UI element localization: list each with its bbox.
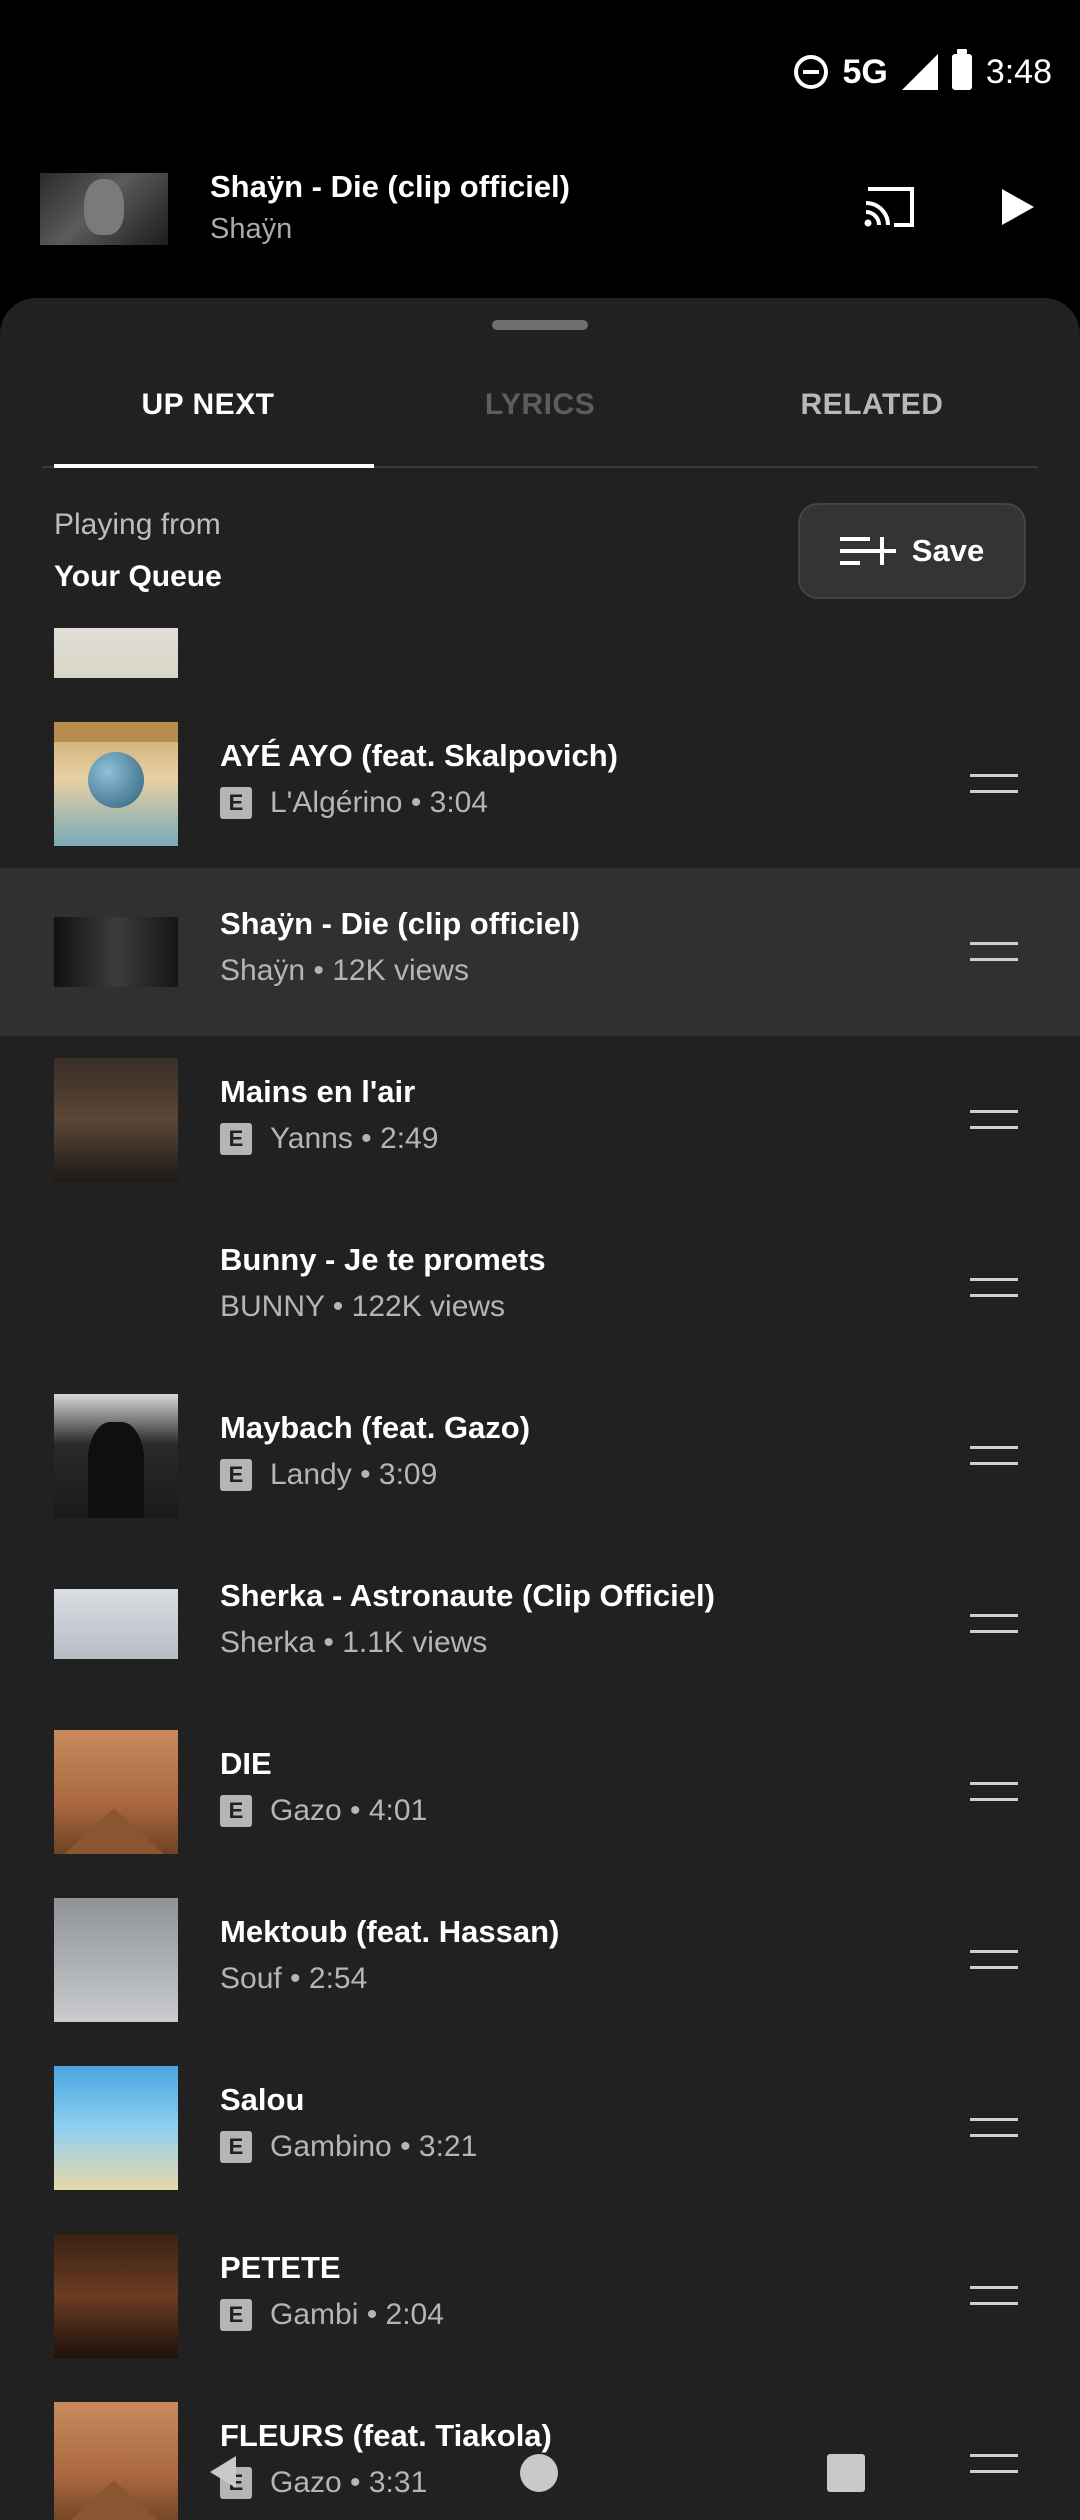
queue-item-subtitle-row: E Landy • 3:09 xyxy=(220,1458,437,1492)
playlist-add-icon xyxy=(839,537,896,565)
queue-item-subtitle-row: E Gambino • 3:21 xyxy=(220,2130,477,2164)
queue-item-subtitle: Gambi • 2:04 xyxy=(270,2298,444,2331)
tab-related[interactable]: RELATED xyxy=(706,358,1038,466)
queue-item-title: Mektoub (feat. Hassan) xyxy=(220,1914,560,1949)
queue-item-subtitle-row: Souf • 2:54 xyxy=(220,1962,367,1996)
queue-item-subtitle: Shaÿn • 12K views xyxy=(220,954,469,987)
queue-item-thumbnail xyxy=(54,2402,178,2520)
queue-item-subtitle: Gazo • 4:01 xyxy=(270,1794,428,1827)
queue-list: Soolking • 2:57AYÉ AYO (feat. Skalpovich… xyxy=(0,628,1080,2520)
drag-handle-icon[interactable] xyxy=(970,1110,1018,1132)
clock: 3:48 xyxy=(985,52,1052,91)
sheet-drag-handle[interactable] xyxy=(492,320,588,330)
playing-from-label: Playing from xyxy=(54,508,221,541)
queue-item-title: DIE xyxy=(220,1746,272,1781)
explicit-badge: E xyxy=(220,1459,252,1491)
queue-item-title: AYÉ AYO (feat. Skalpovich) xyxy=(220,738,618,773)
queue-item-subtitle-row: E L'Algérino • 3:04 xyxy=(220,786,488,820)
queue-item-title: PETETE xyxy=(220,2250,341,2285)
queue-item-title: Shaÿn - Die (clip officiel) xyxy=(220,906,580,941)
queue-item-title: FLEURS (feat. Tiakola) xyxy=(220,2418,552,2453)
now-playing-thumbnail xyxy=(40,173,168,245)
queue-item-thumbnail xyxy=(54,1898,178,2022)
queue-item-thumbnail xyxy=(54,1730,178,1854)
drag-handle-icon[interactable] xyxy=(970,2118,1018,2140)
queue-item-thumbnail xyxy=(54,1058,178,1182)
queue-item-title: Mains en l'air xyxy=(220,1074,416,1109)
explicit-badge: E xyxy=(220,2131,252,2163)
queue-item-thumbnail xyxy=(54,2066,178,2190)
queue-item-thumbnail xyxy=(54,1394,178,1518)
queue-item-subtitle: L'Algérino • 3:04 xyxy=(270,786,489,819)
explicit-badge: E xyxy=(220,1123,252,1155)
queue-item-title: Bunny - Je te promets xyxy=(220,1242,546,1277)
queue-item-subtitle-row: E Gazo • 4:01 xyxy=(220,1794,427,1828)
queue-item[interactable]: Mektoub (feat. Hassan) Souf • 2:54 xyxy=(0,1876,1080,2044)
queue-item[interactable]: Shaÿn - Die (clip officiel) Shaÿn • 12K v… xyxy=(0,868,1080,1036)
queue-item-title: Sherka - Astronaute (Clip Officiel) xyxy=(220,1578,715,1613)
queue-item-subtitle: Souf • 2:54 xyxy=(220,1962,368,1995)
queue-item[interactable]: Sherka - Astronaute (Clip Officiel) Sherk… xyxy=(0,1540,1080,1708)
queue-item[interactable]: AYÉ AYO (feat. Skalpovich) E L'Algérino • … xyxy=(0,700,1080,868)
drag-handle-icon[interactable] xyxy=(970,2286,1018,2308)
queue-item-subtitle: Sherka • 1.1K views xyxy=(220,1626,488,1659)
drag-handle-icon[interactable] xyxy=(970,1950,1018,1972)
drag-handle-icon[interactable] xyxy=(970,774,1018,796)
queue-item-subtitle-row: E Gambi • 2:04 xyxy=(220,2298,444,2332)
now-playing-title: Shaÿn - Die (clip officiel) xyxy=(210,169,570,204)
queue-item[interactable]: DIE E Gazo • 4:01 xyxy=(0,1708,1080,1876)
explicit-badge: E xyxy=(220,787,252,819)
queue-item-thumbnail xyxy=(54,2234,178,2358)
queue-item-subtitle-row: Sherka • 1.1K views xyxy=(220,1626,487,1660)
queue-item[interactable]: PETETE E Gambi • 2:04 xyxy=(0,2212,1080,2380)
queue-item-subtitle: Landy • 3:09 xyxy=(270,1458,438,1491)
queue-name: Your Queue xyxy=(54,560,222,593)
play-icon[interactable] xyxy=(1000,187,1036,227)
queue-item-subtitle: Gambino • 3:21 xyxy=(270,2130,478,2163)
queue-item-thumbnail xyxy=(54,628,178,678)
queue-item-subtitle: Yanns • 2:49 xyxy=(270,1122,439,1155)
queue-item[interactable]: FLEURS (feat. Tiakola) E Gazo • 3:31 xyxy=(0,2380,1080,2520)
explicit-badge: E xyxy=(220,2299,252,2331)
queue-item[interactable]: Salou E Gambino • 3:21 xyxy=(0,2044,1080,2212)
do-not-disturb-icon xyxy=(794,55,829,89)
queue-item-thumbnail xyxy=(54,917,178,987)
drag-handle-icon[interactable] xyxy=(970,942,1018,964)
queue-item[interactable]: Maybach (feat. Gazo) E Landy • 3:09 xyxy=(0,1372,1080,1540)
queue-item-subtitle-row: Shaÿn • 12K views xyxy=(220,954,469,988)
save-queue-button[interactable]: Save xyxy=(798,503,1026,599)
status-bar: 5G 3:48 xyxy=(0,0,1080,145)
battery-icon xyxy=(951,49,972,90)
drag-handle-icon[interactable] xyxy=(970,1782,1018,1804)
queue-item-title: Maybach (feat. Gazo) xyxy=(220,1410,531,1445)
drag-handle-icon[interactable] xyxy=(970,1614,1018,1636)
queue-item-subtitle-row: BUNNY • 122K views xyxy=(220,1290,505,1324)
queue-item[interactable]: Bunny - Je te promets BUNNY • 122K views xyxy=(0,1204,1080,1372)
queue-item-thumbnail xyxy=(54,722,178,846)
explicit-badge: E xyxy=(220,1795,252,1827)
network-type: 5G xyxy=(842,52,888,91)
queue-item[interactable]: Soolking • 2:57 xyxy=(0,628,1080,700)
save-label: Save xyxy=(911,533,985,568)
signal-icon xyxy=(901,54,938,90)
queue-item-thumbnail xyxy=(54,1589,178,1659)
explicit-badge: E xyxy=(220,2467,252,2499)
status-icons: 5G 3:48 xyxy=(794,49,1052,92)
cast-icon[interactable] xyxy=(862,185,918,229)
tab-bar: UP NEXT LYRICS RELATED xyxy=(42,358,1038,468)
queue-sheet: UP NEXT LYRICS RELATED Playing from Your… xyxy=(0,298,1080,2520)
tab-lyrics[interactable]: LYRICS xyxy=(374,358,706,466)
drag-handle-icon[interactable] xyxy=(970,2454,1018,2476)
drag-handle-icon[interactable] xyxy=(970,1446,1018,1468)
queue-item-subtitle-row: E Yanns • 2:49 xyxy=(220,1122,438,1156)
mini-player[interactable]: Shaÿn - Die (clip officiel) Shaÿn xyxy=(0,145,1080,295)
queue-item[interactable]: Mains en l'air E Yanns • 2:49 xyxy=(0,1036,1080,1204)
queue-item-title: Salou xyxy=(220,2082,305,2117)
queue-item-subtitle: Gazo • 3:31 xyxy=(270,2466,428,2499)
tab-up-next[interactable]: UP NEXT xyxy=(42,358,374,468)
queue-item-subtitle-row: E Gazo • 3:31 xyxy=(220,2466,427,2500)
drag-handle-icon[interactable] xyxy=(970,1278,1018,1300)
now-playing-artist: Shaÿn xyxy=(210,213,293,245)
queue-item-subtitle: BUNNY • 122K views xyxy=(220,1290,506,1323)
